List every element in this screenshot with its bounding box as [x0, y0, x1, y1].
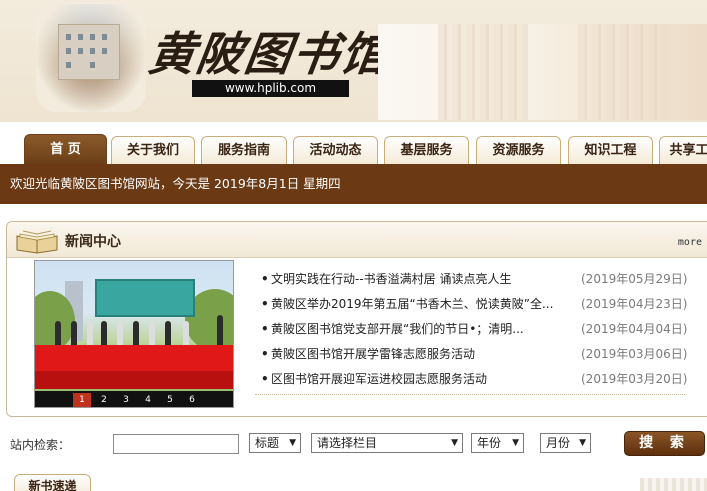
news-item[interactable]: • 区图书馆开展迎军运进校园志愿服务活动 (2019年03月20日)	[255, 367, 695, 392]
news-center-title: 新闻中心	[65, 234, 121, 250]
search-label: 站内检索：	[10, 438, 71, 452]
main-nav: 首 页 关于我们 服务指南 活动动态 基层服务 资源服务 知识工程 共享工	[0, 122, 707, 164]
site-search-bar: 站内检索： 标题 ▼ 请选择栏目 ▼ 年份 ▼ 月份 ▼ 搜 索	[0, 428, 707, 458]
news-list: • 文明实践在行动--书香溢满村居 诵读点亮人生 (2019年05月29日) •…	[255, 267, 695, 392]
search-column-select-value: 请选择栏目	[317, 436, 378, 450]
page: 黄陂图书馆 www.hplib.com 首 页 关于我们 服务指南 活动动态 基…	[0, 0, 707, 491]
photo-person	[117, 321, 123, 345]
building-window	[102, 34, 107, 40]
search-button[interactable]: 搜 索	[624, 431, 705, 456]
triangle-down-icon: ▼	[451, 438, 458, 448]
news-item-date: (2019年04月23日)	[581, 297, 688, 311]
news-center-panel: 新闻中心 more 1 2 3 4 5 6 • 文明实践在行动--书香溢满村居 …	[6, 221, 707, 417]
photo-person	[71, 321, 77, 345]
slide-dot-5[interactable]: 5	[161, 393, 179, 407]
search-column-select[interactable]: 请选择栏目 ▼	[311, 433, 463, 453]
news-center-header: 新闻中心 more	[7, 222, 707, 258]
bullet-icon: •	[261, 322, 269, 336]
news-item-date: (2019年05月29日)	[581, 272, 688, 286]
news-item[interactable]: • 黄陂区举办2019年第五届“书香木兰、悦读黄陂”全... (2019年04月…	[255, 292, 695, 317]
bullet-icon: •	[261, 272, 269, 286]
triangle-down-icon: ▼	[512, 438, 519, 448]
slide-dot-3[interactable]: 3	[117, 393, 135, 407]
building-window	[66, 62, 71, 68]
search-year-select[interactable]: 年份 ▼	[471, 433, 524, 453]
news-divider	[255, 394, 685, 395]
news-item-title[interactable]: 文明实践在行动--书香溢满村居 诵读点亮人生	[271, 267, 571, 292]
building-window	[66, 48, 71, 54]
news-item[interactable]: • 黄陂区图书馆党支部开展“我们的节日•；清明... (2019年04月04日)	[255, 317, 695, 342]
news-item-title[interactable]: 黄陂区图书馆党支部开展“我们的节日•；清明...	[271, 317, 571, 342]
building-window	[90, 62, 95, 68]
bullet-icon: •	[261, 347, 269, 361]
photo-person	[87, 321, 93, 345]
search-input[interactable]	[113, 434, 239, 454]
news-more-link[interactable]: more	[678, 237, 702, 248]
photo-person	[183, 321, 189, 345]
photo-person	[149, 321, 155, 345]
nav-tab-home[interactable]: 首 页	[24, 134, 107, 164]
nav-tab-grassroots[interactable]: 基层服务	[384, 136, 469, 164]
news-item[interactable]: • 黄陂区图书馆开展学雷锋志愿服务活动 (2019年03月06日)	[255, 342, 695, 367]
slide-dot-2[interactable]: 2	[95, 393, 113, 407]
photo-person	[133, 321, 139, 345]
building-window	[90, 48, 95, 54]
slideshow-pager: 1 2 3 4 5 6	[35, 391, 233, 407]
news-item-title[interactable]: 区图书馆开展迎军运进校园志愿服务活动	[271, 367, 571, 392]
photo-person	[55, 321, 61, 345]
photo-stage-skirt	[35, 371, 233, 389]
search-month-select-value: 月份	[546, 436, 571, 450]
photo-person	[101, 321, 107, 345]
bullet-icon: •	[261, 372, 269, 386]
photo-person	[217, 315, 223, 345]
nav-tab-activities[interactable]: 活动动态	[293, 136, 378, 164]
library-building-image	[36, 4, 146, 112]
bullet-icon: •	[261, 297, 269, 311]
news-item-date: (2019年04月04日)	[581, 322, 688, 336]
slide-dot-4[interactable]: 4	[139, 393, 157, 407]
site-url: www.hplib.com	[192, 80, 349, 97]
nav-tab-sharing[interactable]: 共享工	[659, 136, 707, 164]
news-item-title[interactable]: 黄陂区举办2019年第五届“书香木兰、悦读黄陂”全...	[271, 292, 571, 317]
building-window	[102, 48, 107, 54]
news-item-title[interactable]: 黄陂区图书馆开展学雷锋志愿服务活动	[271, 342, 571, 367]
triangle-down-icon: ▼	[579, 438, 586, 448]
bookshelf-decoration	[438, 24, 528, 120]
tab-new-books[interactable]: 新书速递	[14, 474, 91, 491]
news-item-date: (2019年03月06日)	[581, 347, 688, 361]
building-window	[66, 34, 71, 40]
bookshelf-decoration	[578, 24, 668, 120]
photo-event-board	[95, 279, 195, 317]
building-window	[78, 48, 83, 54]
photo-red-stage	[35, 345, 233, 371]
site-logo[interactable]: 黄陂图书馆	[145, 18, 393, 81]
building-window	[90, 34, 95, 40]
news-item[interactable]: • 文明实践在行动--书香溢满村居 诵读点亮人生 (2019年05月29日)	[255, 267, 695, 292]
search-field-select[interactable]: 标题 ▼	[249, 433, 301, 453]
search-year-select-value: 年份	[477, 436, 502, 450]
header-banner-image	[378, 24, 707, 120]
slide-dot-6[interactable]: 6	[183, 393, 201, 407]
nav-tab-knowledge[interactable]: 知识工程	[568, 136, 653, 164]
open-book-icon	[16, 230, 58, 254]
nav-tab-resources[interactable]: 资源服务	[476, 136, 561, 164]
search-month-select[interactable]: 月份 ▼	[540, 433, 591, 453]
slide-dot-1[interactable]: 1	[73, 393, 91, 407]
building-window	[78, 34, 83, 40]
photo-person	[165, 321, 171, 345]
nav-tab-service-guide[interactable]: 服务指南	[201, 136, 287, 164]
site-header: 黄陂图书馆 www.hplib.com	[0, 0, 707, 122]
triangle-down-icon: ▼	[289, 438, 296, 448]
welcome-message: 欢迎光临黄陂区图书馆网站，今天是 2019年8月1日 星期四	[0, 164, 707, 204]
search-field-select-value: 标题	[255, 436, 280, 450]
nav-tab-about[interactable]: 关于我们	[111, 136, 195, 164]
decorative-pattern	[640, 478, 707, 491]
news-item-date: (2019年03月20日)	[581, 372, 688, 386]
news-slideshow-image[interactable]: 1 2 3 4 5 6	[34, 260, 234, 408]
